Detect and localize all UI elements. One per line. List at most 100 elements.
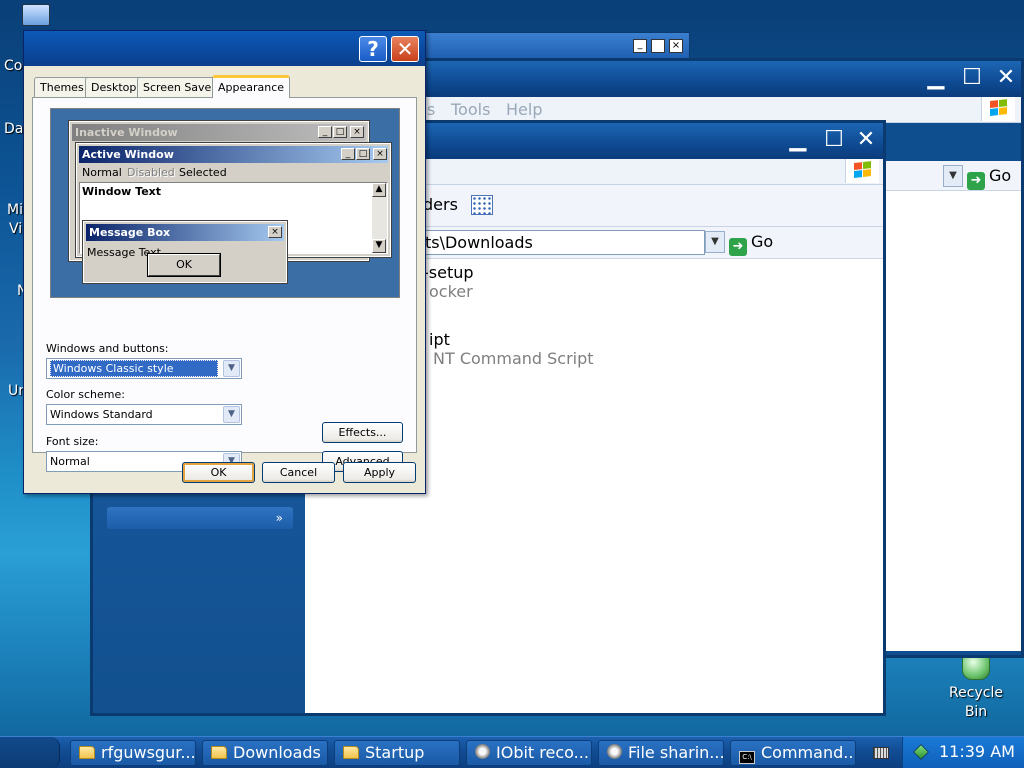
recycle-bin[interactable]: Recycle Bin xyxy=(936,652,1016,722)
desktop-icon-computer[interactable] xyxy=(22,4,54,30)
folder-icon xyxy=(79,746,95,759)
taskbar-button-1-label: rfguwsgur... xyxy=(101,743,196,762)
front-go-button[interactable]: ➜ Go xyxy=(729,232,773,256)
ok-button[interactable]: OK xyxy=(182,462,255,483)
back-address-dropdown-button[interactable]: ▼ xyxy=(943,165,963,187)
file-item-1[interactable]: -setup ocker xyxy=(423,263,474,301)
clock[interactable]: 11:39 AM xyxy=(939,742,1015,761)
desktop-icon-label-6[interactable]: Ur xyxy=(8,383,24,399)
taskbar-button-downloads[interactable]: Downloads xyxy=(202,740,328,766)
appearance-preview: Inactive Window _ □ × Active Window _ □ … xyxy=(50,108,400,298)
iobit-app-icon xyxy=(475,744,490,759)
front-maximize-button[interactable]: ☐ xyxy=(819,127,849,155)
file-item-2[interactable]: ipt NT Command Script xyxy=(425,330,594,368)
dialog-titlebar[interactable]: ? ✕ xyxy=(24,31,425,66)
taskbar: rfguwsgur... Downloads Startup IObit rec… xyxy=(0,736,1024,768)
back-windows-logo xyxy=(981,97,1015,121)
back-maximize-button[interactable]: ☐ xyxy=(957,65,987,93)
cancel-button[interactable]: Cancel xyxy=(262,462,335,483)
chevron-down-icon[interactable]: ▼ xyxy=(223,406,240,423)
front-address-dropdown-button[interactable]: ▼ xyxy=(705,231,725,253)
windows-flag-icon xyxy=(854,161,872,179)
color-scheme-select[interactable]: Windows Standard ▼ xyxy=(46,404,242,425)
tab-themes[interactable]: Themes xyxy=(34,77,90,97)
display-properties-dialog[interactable]: ? ✕ Themes Desktop Screen Saver Appearan… xyxy=(23,30,426,494)
preview-scrollbar: ▲ ▼ xyxy=(372,183,387,253)
desktop-icon-label-4[interactable]: Vi xyxy=(9,221,22,237)
task-pane-header[interactable]: » xyxy=(107,507,293,529)
back-menu-item-1[interactable]: s xyxy=(427,100,435,119)
desktop-icon-label-3[interactable]: Mi xyxy=(7,202,23,218)
preview-msgbox-title: Message Box xyxy=(86,224,284,241)
back-close-button[interactable]: ✕ xyxy=(991,65,1021,93)
file-item-1-type: ocker xyxy=(429,282,473,301)
windows-flag-icon xyxy=(990,99,1008,117)
folders-button-label[interactable]: ders xyxy=(423,195,458,214)
back-go-label: Go xyxy=(989,166,1012,185)
windows-buttons-select[interactable]: Windows Classic style ▼ xyxy=(46,358,242,379)
file-item-2-name: ipt xyxy=(429,330,450,349)
start-button[interactable] xyxy=(0,737,60,768)
taskbar-button-command[interactable]: C:\ Command... xyxy=(730,740,856,766)
effects-button[interactable]: Effects... xyxy=(322,422,403,443)
back-go-button[interactable]: ➜ Go xyxy=(967,166,1011,190)
desktop-icon-label-2[interactable]: Da xyxy=(4,121,23,137)
preview-inactive-max: □ xyxy=(333,126,347,138)
preview-inactive-close: × xyxy=(350,126,364,138)
preview-inactive-min: _ xyxy=(318,126,332,138)
color-scheme-value: Windows Standard xyxy=(50,408,153,421)
windows-buttons-label: Windows and buttons: xyxy=(46,342,169,355)
go-arrow-icon: ➜ xyxy=(967,172,985,190)
taskbar-button-file-sharing[interactable]: File sharin... xyxy=(598,740,724,766)
preview-menu-normal: Normal xyxy=(82,166,122,179)
preview-msgbox-ok: OK xyxy=(147,253,221,277)
folder-icon xyxy=(343,746,359,759)
folder-icon xyxy=(211,746,227,759)
preview-active-min: _ xyxy=(341,148,355,160)
network-tray-icon[interactable] xyxy=(913,744,929,760)
tab-screen-saver[interactable]: Screen Saver xyxy=(137,77,222,97)
back-address-bar: ▼ ➜ Go xyxy=(883,161,1021,191)
apply-button[interactable]: Apply xyxy=(343,462,416,483)
taskbar-button-5-label: File sharin... xyxy=(628,743,724,762)
scroll-up-icon: ▲ xyxy=(372,183,386,197)
bg-min-button[interactable]: _ xyxy=(633,39,647,53)
close-button[interactable]: ✕ xyxy=(391,36,419,62)
system-tray: 11:39 AM xyxy=(902,737,1024,768)
scroll-down-icon: ▼ xyxy=(372,239,386,253)
file-item-2-type: NT Command Script xyxy=(433,349,594,368)
keyboard-icon[interactable] xyxy=(873,747,889,759)
font-size-value: Normal xyxy=(50,455,90,468)
tab-desktop[interactable]: Desktop xyxy=(85,77,143,97)
back-menu-item-help[interactable]: Help xyxy=(506,100,542,119)
taskbar-button-startup[interactable]: Startup xyxy=(334,740,460,766)
preview-msgbox-close: × xyxy=(268,226,282,238)
back-minimize-button[interactable]: ▁ xyxy=(921,65,951,93)
preview-menu-disabled: Disabled xyxy=(127,166,175,179)
views-icon[interactable] xyxy=(471,195,493,215)
help-button[interactable]: ? xyxy=(359,36,387,62)
go-arrow-icon: ➜ xyxy=(729,238,747,256)
preview-message-box: Message Box × Message Text OK xyxy=(82,220,288,284)
front-minimize-button[interactable]: ▁ xyxy=(783,127,813,155)
back-content xyxy=(883,161,1021,651)
front-close-button[interactable]: ✕ xyxy=(851,127,881,155)
chevron-down-icon[interactable]: ▼ xyxy=(223,360,240,377)
taskbar-button-1[interactable]: rfguwsgur... xyxy=(70,740,196,766)
preview-active-max: □ xyxy=(356,148,370,160)
preview-menu-selected: Selected xyxy=(179,166,227,179)
front-windows-logo xyxy=(845,159,879,183)
taskbar-button-6-label: Command... xyxy=(761,743,856,762)
back-menu-item-tools[interactable]: Tools xyxy=(451,100,490,119)
bg-close-button[interactable]: × xyxy=(669,39,683,53)
command-prompt-icon: C:\ xyxy=(739,751,755,764)
recycle-bin-label-2: Bin xyxy=(964,704,988,720)
taskbar-button-3-label: Startup xyxy=(365,743,425,762)
background-window-titlebar[interactable]: _ × xyxy=(420,32,690,60)
desktop-icon-label-1[interactable]: Co xyxy=(4,58,22,74)
tab-appearance[interactable]: Appearance xyxy=(212,75,291,98)
bg-max-button[interactable] xyxy=(651,39,665,53)
taskbar-button-2-label: Downloads xyxy=(233,743,321,762)
color-scheme-label: Color scheme: xyxy=(46,388,125,401)
taskbar-button-iobit[interactable]: IObit reco... xyxy=(466,740,592,766)
